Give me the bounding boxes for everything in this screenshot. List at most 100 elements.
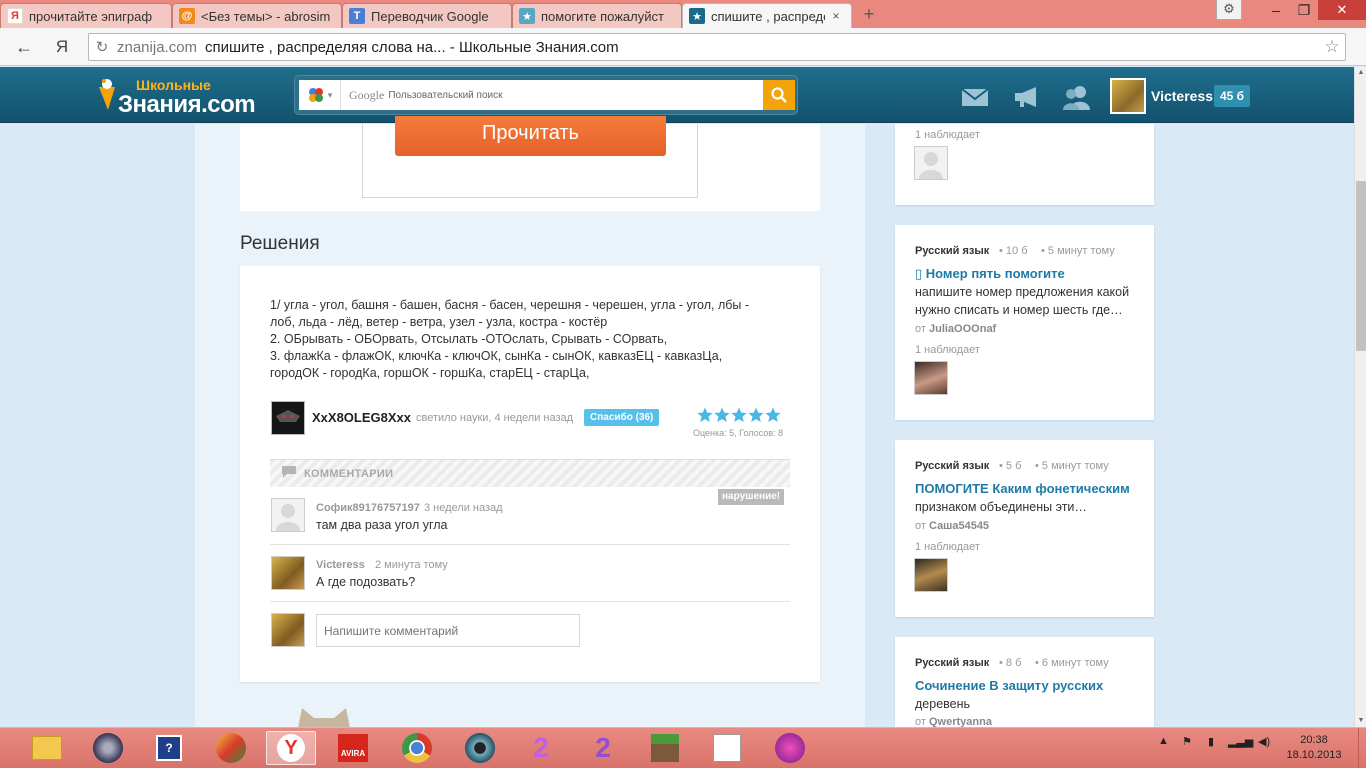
watcher-avatar[interactable] [914,146,948,180]
avira-icon: AVIRA [338,734,368,762]
comments-label: КОММЕНТАРИИ [304,468,394,480]
taskbar-app-2[interactable] [83,731,133,765]
flag-icon[interactable]: ⚑ [1182,735,1192,748]
window-close-icon[interactable]: ✕ [1318,0,1366,20]
question-title[interactable]: Сочинение В защиту русских [915,678,1103,693]
show-desktop-button[interactable] [1358,728,1366,768]
read-button[interactable]: Прочитать [395,116,666,156]
browser-tab-1[interactable]: Я прочитайте эпиграф [0,3,172,28]
answer-line: городОК - городКа, горшОК - горшКа, стар… [270,366,590,380]
minimize-icon[interactable]: – [1262,0,1290,20]
new-tab-button[interactable]: + [860,5,878,23]
number-two-icon: 2 [595,732,611,763]
reload-icon[interactable]: ↻ [89,38,115,56]
comment-time: 3 недели назад [424,502,503,514]
comment-avatar[interactable] [271,556,305,590]
report-abuse-button[interactable]: нарушение! [718,489,785,505]
scroll-down-icon[interactable]: ▼ [1355,715,1366,727]
volume-icon[interactable]: ◀) [1258,735,1270,748]
logo-big-text: Знания.com [118,91,256,118]
close-tab-icon[interactable]: × [829,9,843,23]
taskbar-explorer[interactable] [22,731,72,765]
znanija-icon: ★ [689,8,705,24]
megaphone-icon[interactable] [1012,84,1042,110]
question-subject[interactable]: Русский язык [915,657,989,669]
yandex-home-icon[interactable]: Я [50,36,74,58]
taskbar-yandex-browser[interactable]: Y [266,731,316,765]
star-icon[interactable] [714,407,730,423]
thanks-button[interactable]: Спасибо (36) [584,409,660,426]
taskbar-app-13[interactable] [765,731,815,765]
browser-tab-5[interactable]: ★ спишите , распредел × [682,3,852,28]
user-avatar[interactable] [1110,78,1146,114]
watcher-avatar[interactable] [914,361,948,395]
grass-block-icon [651,734,679,762]
header-username[interactable]: Victeress [1151,88,1213,104]
taskbar-clock[interactable]: 20:38 18.10.2013 [1286,733,1342,763]
comment-avatar[interactable] [271,498,305,532]
bookmark-star-icon[interactable]: ☆ [1319,37,1345,57]
answer-author-name[interactable]: XxX8OLEG8Xxx [312,410,411,425]
points-badge: 45 б [1214,85,1251,107]
browser-tab-2[interactable]: @ <Без темы> - abrosim [172,3,342,28]
battery-icon[interactable]: ▮ [1208,735,1214,748]
star-icon[interactable] [748,407,764,423]
clock-date: 18.10.2013 [1286,749,1342,761]
maximize-icon[interactable]: ❐ [1290,0,1318,20]
answer-meta: светило науки, 4 недели назад [416,412,574,424]
search-icon [771,87,787,103]
taskbar-minecraft[interactable] [640,731,690,765]
question-time: • 5 минут тому [1041,245,1115,257]
scrollbar-thumb[interactable] [1356,181,1366,351]
address-bar[interactable]: ↻ znanija.com спишите , распределяя слов… [88,33,1346,61]
taskbar-avira[interactable]: AVIRA [328,731,378,765]
question-points: • 5 б [999,460,1022,472]
question-author[interactable]: от JuliaOOOnaf [915,323,996,335]
search-button[interactable] [763,80,795,110]
comment-divider [270,601,790,602]
question-author[interactable]: от Саша54545 [915,520,989,532]
signal-icon[interactable]: ▂▃▅ [1228,735,1253,748]
search-placeholder: Пользовательский поиск [388,89,503,101]
question-author[interactable]: от Qwertyanna [915,716,992,727]
browser-tab-4[interactable]: ★ помогите пожалуйст [512,3,682,28]
comment-time: 2 минута тому [375,559,448,571]
taskbar-chrome[interactable] [392,731,442,765]
taskbar-app-4[interactable] [206,731,256,765]
answer-author-avatar[interactable] [271,401,305,435]
answer-line: лоб, льда - лёд, ветер - ветра, узел - у… [270,315,608,329]
comment-author[interactable]: Victeress [316,559,365,571]
mail-envelope-icon[interactable] [960,84,990,110]
question-points: • 10 б [999,245,1028,257]
tray-expand-icon[interactable]: ▲ [1158,735,1169,747]
comment-author[interactable]: Софик89176757197 [316,502,420,514]
question-time: • 6 минут тому [1035,657,1109,669]
browser-toolbar: ← Я ↻ znanija.com спишите , распределяя … [0,28,1366,66]
yandex-icon: Я [7,8,23,24]
question-subject[interactable]: Русский язык [915,460,989,472]
taskbar-app-8[interactable] [455,731,505,765]
google-picker-icon[interactable]: ▾ [299,80,341,110]
question-title[interactable]: ПОМОГИТЕ Каким фонетическим [915,481,1130,496]
taskbar-help[interactable]: ? [144,731,194,765]
scroll-up-icon[interactable]: ▲ [1355,67,1366,79]
rating-stars[interactable] [697,407,781,423]
page-scrollbar[interactable]: ▲ ▼ [1354,67,1366,727]
question-subject[interactable]: Русский язык [915,245,989,257]
taskbar-app-9[interactable]: 2 [516,731,566,765]
yandex-browser-icon: Y [277,734,305,762]
tab-title: прочитайте эпиграф [29,8,153,24]
friends-icon[interactable] [1062,84,1092,110]
taskbar-app-12[interactable] [702,731,752,765]
browser-tab-3[interactable]: T Переводчик Google [342,3,512,28]
star-icon[interactable] [697,407,713,423]
star-icon[interactable] [731,407,747,423]
taskbar-app-10[interactable]: 2 [578,731,628,765]
back-arrow-icon[interactable]: ← [12,36,36,58]
search-input[interactable]: ▾ Google Пользовательский поиск [299,80,763,110]
gear-icon[interactable]: ⚙ [1216,0,1242,20]
star-icon[interactable] [765,407,781,423]
question-title[interactable]: ▯ Номер пять помогите [915,266,1065,282]
watcher-avatar[interactable] [914,558,948,592]
comment-input[interactable] [316,614,580,647]
